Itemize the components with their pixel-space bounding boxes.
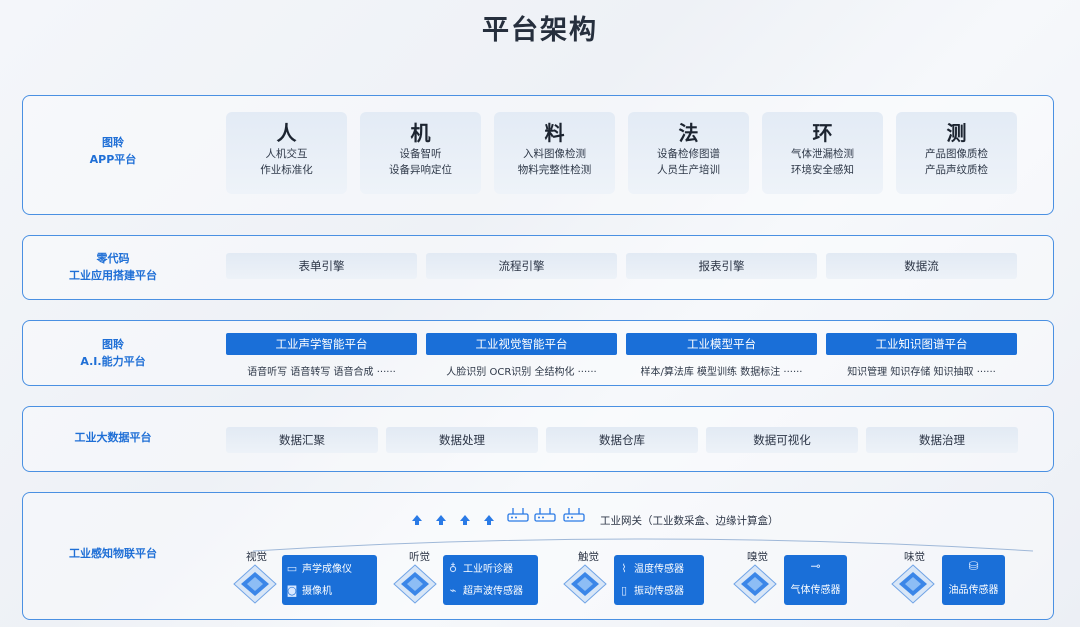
data-flow-item[interactable]: 数据流 [826,253,1017,279]
gas-sensor-icon: ⊸ [810,559,821,573]
app-card-line: 人机交互 [265,148,308,160]
chip-icon [563,564,607,604]
app-card-line: 设备检修图谱 [657,148,720,160]
model-platform-capabilities: 样本/算法库 模型训练 数据标注 ······ [640,367,803,378]
big-data-band: 工业大数据平台 数据汇聚 数据处理 数据仓库 数据可视化 数据治理 [22,406,1054,472]
app-card-title: 料 [544,121,565,145]
sensor-row: ◙ 摄像机 [282,580,332,602]
big-data-label: 工业大数据平台 [74,431,152,444]
app-card-line: 设备智听 [399,148,442,160]
app-card-method[interactable]: 法 设备检修图谱 人员生产培训 [628,112,749,194]
vision-ai-platform-button[interactable]: 工业视觉智能平台 [426,333,617,355]
app-card-machine[interactable]: 机 设备智听 设备异响定位 [360,112,481,194]
hearing-sensor-box[interactable]: ♁ 工业听诊器 ⌁ 超声波传感器 [443,555,538,605]
app-platform-label: 图聆 APP平台 [23,134,203,168]
knowledge-graph-platform-button[interactable]: 工业知识图谱平台 [826,333,1017,355]
stethoscope-icon: ♁ [448,562,458,575]
sensor-name: 油品传感器 [948,585,999,596]
data-governance-item[interactable]: 数据治理 [866,427,1018,453]
sensor-row: ▭ 声学成像仪 [282,558,352,580]
router-icon [534,508,556,522]
router-icon [563,508,585,522]
sensor-name: 声学成像仪 [302,564,352,575]
app-platform-label-line1: 图聆 [102,136,124,149]
arrow-up-icon [436,515,446,525]
oil-sensor-icon: ⛁ [968,559,979,573]
router-icon [507,508,529,522]
app-card-line: 入料图像检测 [523,148,586,160]
vision-ai-capabilities: 人脸识别 OCR识别 全结构化 ······ [446,367,597,378]
arrow-up-icon [460,515,470,525]
smell-sensor-box[interactable]: ⊸ 气体传感器 [784,555,847,605]
ai-platform-label-line2: A.I.能力平台 [80,355,146,368]
chip-icon [393,564,437,604]
app-card-title: 法 [678,121,699,145]
acoustic-ai-capabilities: 语音听写 语音转写 语音合成 ······ [247,367,396,378]
zero-code-band: 零代码 工业应用搭建平台 表单引擎 流程引擎 报表引擎 数据流 [22,235,1054,300]
taste-sensor-box[interactable]: ⛁ 油品传感器 [942,555,1005,605]
model-platform-button[interactable]: 工业模型平台 [626,333,817,355]
touch-sensor-box[interactable]: ⌇ 温度传感器 ▯ 振动传感器 [614,555,704,605]
app-card-line: 产品声纹质检 [925,164,988,176]
app-card-material[interactable]: 料 入料图像检测 物料完整性检测 [494,112,615,194]
ultrasonic-icon: ⌁ [449,584,457,597]
app-card-line: 环境安全感知 [791,164,854,176]
zero-code-label-line1: 零代码 [96,252,130,265]
sensor-name: 超声波传感器 [463,586,523,597]
camera-icon: ◙ [286,584,298,597]
sensor-name: 工业听诊器 [463,564,513,575]
app-card-line: 人员生产培训 [657,164,720,176]
ai-platform-label-line1: 图聆 [102,338,124,351]
app-platform-band: 图聆 APP平台 人 人机交互 作业标准化 机 设备智听 设备异响定位 料 入料… [22,95,1054,215]
data-aggregation-item[interactable]: 数据汇聚 [226,427,378,453]
ai-platform-band: 图聆 A.I.能力平台 工业声学智能平台 语音听写 语音转写 语音合成 ····… [22,320,1054,386]
app-card-person[interactable]: 人 人机交互 作业标准化 [226,112,347,194]
app-card-line: 作业标准化 [260,164,313,176]
app-card-line: 产品图像质检 [925,148,988,160]
iot-sensing-band: 工业感知物联平台 工业网关（工业数采盒、边缘计算盒） 视觉 ▭ 声学成像仪 ◙ 摄像… [22,492,1054,620]
app-card-line: 物料完整性检测 [517,164,592,176]
sensor-row: ♁ 工业听诊器 [443,558,513,580]
vibration-icon: ▯ [620,584,628,597]
acoustic-ai-platform-button[interactable]: 工业声学智能平台 [226,333,417,355]
page-title: 平台架构 [482,15,598,46]
industrial-gateway-label: 工业网关（工业数采盒、边缘计算盒） [600,515,779,527]
zero-code-label-line2: 工业应用搭建平台 [69,269,157,282]
thermometer-icon: ⌇ [621,562,627,575]
sensor-row: ⌁ 超声波传感器 [443,580,523,602]
chip-icon [233,564,277,604]
sensor-name: 温度传感器 [634,564,684,575]
app-card-line: 设备异响定位 [389,164,452,176]
data-visualization-item[interactable]: 数据可视化 [706,427,858,453]
sensor-name: 振动传感器 [634,586,684,597]
data-warehouse-item[interactable]: 数据仓库 [546,427,698,453]
app-platform-label-line2: APP平台 [89,153,137,166]
flow-engine-item[interactable]: 流程引擎 [426,253,617,279]
app-card-title: 测 [946,121,967,145]
iot-sensing-label: 工业感知物联平台 [69,547,157,560]
monitor-icon: ▭ [286,562,298,575]
arrow-up-icon [412,515,422,525]
sensor-row: ⌇ 温度传感器 [614,558,684,580]
sensor-row: ▯ 振动传感器 [614,580,684,602]
chip-icon [891,564,935,604]
app-card-line: 气体泄漏检测 [791,148,854,160]
ai-platform-label: 图聆 A.I.能力平台 [23,336,203,370]
app-card-title: 环 [812,121,833,145]
app-card-environment[interactable]: 环 气体泄漏检测 环境安全感知 [762,112,883,194]
vision-sensor-box[interactable]: ▭ 声学成像仪 ◙ 摄像机 [282,555,377,605]
chip-icon [733,564,777,604]
report-engine-item[interactable]: 报表引擎 [626,253,817,279]
form-engine-item[interactable]: 表单引擎 [226,253,417,279]
arrow-up-icon [484,515,494,525]
knowledge-graph-capabilities: 知识管理 知识存储 知识抽取 ······ [847,367,996,378]
data-processing-item[interactable]: 数据处理 [386,427,538,453]
app-card-title: 人 [276,121,297,145]
app-card-title: 机 [410,121,431,145]
zero-code-label: 零代码 工业应用搭建平台 [23,250,203,284]
sensor-name: 摄像机 [302,586,332,597]
sensor-name: 气体传感器 [790,585,841,596]
app-card-measure[interactable]: 测 产品图像质检 产品声纹质检 [896,112,1017,194]
